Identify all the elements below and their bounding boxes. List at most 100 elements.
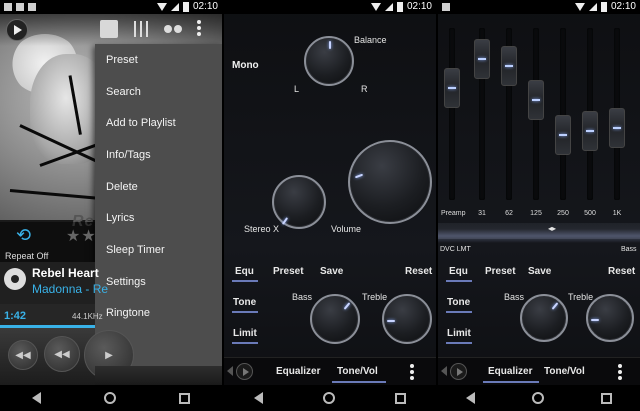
current-time: 1:42 <box>4 310 27 322</box>
bass-label: Bass <box>504 292 525 302</box>
eq-band-label: Preamp <box>441 210 466 217</box>
equalizer-screen: 02:10 Preamp 31 62 125 250 500 1K ◂▸ DVC LMT B… <box>438 0 640 411</box>
status-bar: 02:10 <box>0 0 222 14</box>
tab-equalizer[interactable]: Equalizer <box>488 366 532 377</box>
more-icon[interactable] <box>618 364 622 380</box>
tab-tone[interactable]: Tone <box>447 297 470 308</box>
song-artist: Madonna - Re <box>32 282 109 296</box>
status-time: 02:10 <box>192 1 218 12</box>
tab-equ[interactable]: Equ <box>235 266 254 277</box>
tab-underline <box>446 311 472 313</box>
treble-knob[interactable] <box>586 294 634 342</box>
more-icon[interactable] <box>410 364 414 380</box>
wifi-icon <box>574 2 585 11</box>
volume-knob[interactable] <box>348 140 432 224</box>
knob-indicator <box>387 320 395 322</box>
treble-label: Treble <box>568 292 594 302</box>
play-icon[interactable] <box>6 19 28 41</box>
player-screen: 02:10 Rebel Heart Preset Search Add to P… <box>0 0 222 411</box>
eq-band-label: 500 <box>584 210 596 217</box>
visual-icon[interactable] <box>164 20 182 38</box>
bass-tag: Bass <box>621 246 637 253</box>
rewind-icon[interactable]: ◀◀ <box>44 336 80 372</box>
eq-handle-62[interactable] <box>501 45 517 86</box>
menu-item-settings[interactable]: Settings <box>95 266 222 298</box>
home-icon[interactable] <box>531 392 544 404</box>
back-icon[interactable] <box>254 392 263 404</box>
menu-item-lyrics[interactable]: Lyrics <box>95 202 222 234</box>
save-button[interactable]: Save <box>528 266 551 277</box>
more-icon[interactable] <box>196 20 202 36</box>
bottom-bar: Equalizer Tone/Vol <box>224 357 436 385</box>
back-icon[interactable] <box>466 392 476 404</box>
tab-equ[interactable]: Equ <box>449 266 468 277</box>
status-bar: 02:10 <box>224 0 436 14</box>
preset-button[interactable]: Preset <box>485 266 516 277</box>
tab-equalizer[interactable]: Equalizer <box>276 366 320 377</box>
balance-knob[interactable] <box>304 36 354 86</box>
eq-handle-250[interactable] <box>555 114 571 155</box>
mini-play-icon[interactable] <box>236 363 253 380</box>
notification-icon <box>4 3 12 11</box>
eq-handle-preamp[interactable] <box>444 68 460 109</box>
prev-icon[interactable] <box>227 366 233 376</box>
reset-button[interactable]: Reset <box>405 266 432 277</box>
home-icon[interactable] <box>103 392 116 404</box>
balance-left-label: L <box>294 84 300 94</box>
stereo-x-knob[interactable] <box>272 175 326 229</box>
menu-item-add-to-playlist[interactable]: Add to Playlist <box>95 107 222 139</box>
signal-icon <box>384 2 393 11</box>
tab-tone[interactable]: Tone <box>233 297 256 308</box>
bass-knob[interactable] <box>310 294 360 344</box>
recents-icon[interactable] <box>395 392 406 404</box>
eq-handle-31[interactable] <box>474 38 490 79</box>
signal-icon <box>588 2 597 11</box>
tab-limit[interactable]: Limit <box>447 328 471 339</box>
dvc-arrows[interactable]: ◂▸ <box>548 224 556 233</box>
menu-item-sleep-timer[interactable]: Sleep Timer <box>95 234 222 266</box>
equalizer-icon[interactable] <box>132 20 150 38</box>
repeat-icon[interactable]: ⟲ <box>16 226 36 244</box>
tab-limit[interactable]: Limit <box>233 328 257 339</box>
knob-indicator <box>551 302 559 310</box>
tab-underline <box>332 381 386 383</box>
bitrate: 44.1KHz <box>72 312 103 321</box>
home-icon[interactable] <box>323 392 335 404</box>
eq-track-preamp[interactable] <box>449 28 455 200</box>
menu-item-info-tags[interactable]: Info/Tags <box>95 139 222 171</box>
tab-tonevol[interactable]: Tone/Vol <box>337 366 378 377</box>
eq-handle-125[interactable] <box>528 80 544 121</box>
eq-handle-1k[interactable] <box>609 107 625 148</box>
folder-icon[interactable] <box>100 20 118 38</box>
reset-button[interactable]: Reset <box>608 266 635 277</box>
treble-knob[interactable] <box>382 294 432 344</box>
status-time: 02:10 <box>406 1 432 12</box>
wifi-icon <box>156 2 167 11</box>
nav-bar <box>224 385 436 411</box>
knob-indicator <box>329 41 331 49</box>
menu-item-delete[interactable]: Delete <box>95 171 222 203</box>
prev-icon[interactable] <box>441 366 447 376</box>
tab-underline <box>446 280 472 282</box>
overflow-menu: Preset Search Add to Playlist Info/Tags … <box>95 44 222 366</box>
back-icon[interactable] <box>31 392 41 404</box>
bottom-bar: Equalizer Tone/Vol <box>438 357 640 385</box>
mono-toggle[interactable]: Mono <box>232 60 259 71</box>
recents-icon[interactable] <box>179 392 191 404</box>
preset-button[interactable]: Preset <box>273 266 304 277</box>
bass-knob[interactable] <box>520 294 568 342</box>
signal-icon <box>170 2 179 11</box>
prev-track-icon[interactable]: ◀◀ <box>8 340 38 370</box>
song-info[interactable]: Rebel Heart Madonna - Re <box>0 262 108 304</box>
menu-item-ringtone[interactable]: Ringtone <box>95 298 222 330</box>
menu-item-preset[interactable]: Preset <box>95 44 222 76</box>
eq-handle-500[interactable] <box>582 111 598 152</box>
save-button[interactable]: Save <box>320 266 343 277</box>
battery-icon <box>600 1 607 12</box>
mini-play-icon[interactable] <box>450 363 467 380</box>
recents-icon[interactable] <box>600 392 612 404</box>
eq-band-label: 1K <box>612 210 622 217</box>
menu-item-search[interactable]: Search <box>95 76 222 108</box>
tab-tonevol[interactable]: Tone/Vol <box>544 366 585 377</box>
rating-stars[interactable]: ★★ <box>66 226 97 246</box>
